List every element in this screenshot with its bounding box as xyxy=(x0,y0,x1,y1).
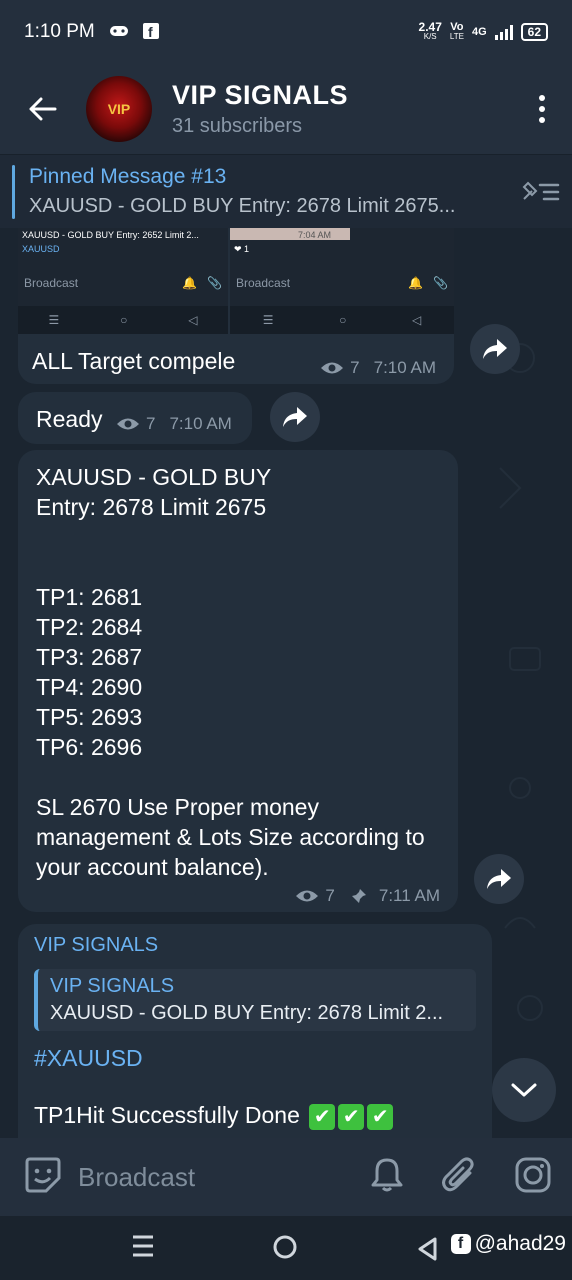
reply-quote[interactable]: VIP SIGNALS XAUUSD - GOLD BUY Entry: 267… xyxy=(34,969,476,1031)
message-meta: 7 7:11 AM xyxy=(295,886,440,906)
chevron-down-icon xyxy=(511,1083,537,1097)
watermark-text: @ahad29 xyxy=(474,1232,566,1255)
reply-text: XAUUSD - GOLD BUY Entry: 2678 Limit 2... xyxy=(50,1002,444,1024)
channel-title[interactable]: VIP SIGNALS 31 subscribers xyxy=(172,80,348,138)
message-bubble[interactable]: Ready 7 7:10 AM xyxy=(18,392,252,444)
broadcast-bar: Broadcast xyxy=(0,1138,572,1216)
check-mark-icon: ✔ xyxy=(338,1103,365,1130)
screenshot-left[interactable]: XAUUSD - GOLD BUY Entry: 2652 Limit 2...… xyxy=(18,228,228,334)
message-text-row: TP1Hit Successfully Done ✔ ✔ ✔ xyxy=(34,1102,476,1130)
triangle-back-icon xyxy=(418,1237,437,1261)
battery-icon: 62 xyxy=(520,23,548,41)
message-sender: VIP SIGNALS xyxy=(34,934,159,956)
paperclip-icon: 📎 xyxy=(207,276,222,290)
message-bubble-media[interactable]: XAUUSD - GOLD BUY Entry: 2652 Limit 2...… xyxy=(18,228,454,384)
paperclip-icon: 📎 xyxy=(433,276,448,290)
recent-apps-button[interactable] xyxy=(130,1234,156,1263)
subscriber-count: 31 subscribers xyxy=(172,115,303,137)
screenshot-preview[interactable]: XAUUSD - GOLD BUY Entry: 2652 Limit 2...… xyxy=(18,228,454,334)
message-text: ALL Target compele xyxy=(32,348,236,374)
pinned-body: XAUUSD - GOLD BUY Entry: 2678 Limit 2675… xyxy=(29,195,456,217)
share-arrow-icon xyxy=(283,407,307,427)
message-bubble-signal[interactable]: XAUUSD - GOLD BUY Entry: 2678 Limit 2675… xyxy=(18,450,458,912)
home-button[interactable] xyxy=(272,1234,298,1265)
system-nav-bar: f @ahad29 xyxy=(0,1216,572,1280)
pin-list-icon xyxy=(522,181,560,200)
pin-icon xyxy=(351,889,366,903)
svg-text:f: f xyxy=(148,24,153,39)
attach-button[interactable] xyxy=(442,1156,476,1199)
message-text: XAUUSD - GOLD BUY Entry: 2678 Limit 2675… xyxy=(36,464,425,880)
eye-icon xyxy=(296,890,319,902)
channel-name: VIP SIGNALS xyxy=(172,80,349,110)
broadcast-input[interactable]: Broadcast xyxy=(78,1162,195,1193)
pinned-message-bar[interactable]: Pinned Message #13 XAUUSD - GOLD BUY Ent… xyxy=(0,154,572,228)
preview-text: XAUUSD - GOLD BUY Entry: 2652 Limit 2... xyxy=(22,230,199,240)
pinned-list-button[interactable] xyxy=(508,179,572,205)
dot-icon xyxy=(539,95,545,101)
preview-input: Broadcast 🔔 📎 xyxy=(236,276,448,290)
eye-icon xyxy=(321,362,344,374)
message-list[interactable]: XAUUSD - GOLD BUY Entry: 2652 Limit 2...… xyxy=(0,228,572,1138)
reply-sender: VIP SIGNALS xyxy=(50,975,175,997)
message-meta: 7 7:10 AM xyxy=(320,358,436,378)
preview-input: Broadcast 🔔 📎 xyxy=(24,276,222,290)
instagram-button[interactable] xyxy=(514,1156,552,1199)
pinned-indicator xyxy=(12,164,15,219)
network-type: 4G xyxy=(471,26,487,38)
message-meta: 7 7:10 AM xyxy=(116,414,232,434)
message-bubble-reply[interactable]: VIP SIGNALS VIP SIGNALS XAUUSD - GOLD BU… xyxy=(18,924,492,1138)
avatar-label: VIP xyxy=(107,101,131,117)
preview-nav: ☰ ○ ◁ xyxy=(230,306,454,334)
forward-button[interactable] xyxy=(270,392,320,442)
hashtag-link[interactable]: #XAUUSD xyxy=(34,1045,476,1072)
watermark: f @ahad29 xyxy=(450,1232,566,1256)
eye-icon xyxy=(117,418,139,430)
facebook-notification-icon: f xyxy=(142,22,159,42)
instagram-icon xyxy=(515,1157,551,1192)
arrow-left-icon xyxy=(29,97,57,121)
status-bar: 1:10 PM f 2.47 K/S Vo LTE 4G 62 xyxy=(0,0,572,64)
gamepad-icon xyxy=(109,24,129,41)
facebook-icon: f xyxy=(450,1234,471,1254)
preview-time: 7:04 AM xyxy=(298,230,332,240)
pinned-title: Pinned Message #13 xyxy=(29,165,227,188)
emoji-button[interactable] xyxy=(24,1156,62,1199)
share-arrow-icon xyxy=(487,869,511,889)
paperclip-icon xyxy=(442,1157,474,1191)
status-time: 1:10 PM xyxy=(24,21,95,42)
menu-icon xyxy=(133,1235,153,1257)
check-mark-icon: ✔ xyxy=(309,1103,336,1130)
sticker-icon xyxy=(25,1157,61,1192)
signal-icon xyxy=(494,24,513,40)
channel-avatar[interactable]: VIP xyxy=(86,76,152,142)
bell-icon xyxy=(371,1158,403,1191)
preview-nav: ☰ ○ ◁ xyxy=(18,306,228,334)
back-button[interactable] xyxy=(0,64,86,154)
bell-icon: 🔔 xyxy=(408,276,424,290)
message-text: Ready xyxy=(36,406,103,432)
volte-indicator: Vo LTE xyxy=(449,21,464,42)
silent-broadcast-button[interactable] xyxy=(370,1157,404,1198)
scroll-down-button[interactable] xyxy=(492,1058,556,1122)
dot-icon xyxy=(539,117,545,123)
forward-button[interactable] xyxy=(474,854,524,904)
network-speed: 2.47 K/S xyxy=(418,20,442,41)
check-mark-icon: ✔ xyxy=(367,1103,394,1130)
preview-text: XAUUSD xyxy=(22,244,60,254)
chat-header: VIP VIP SIGNALS 31 subscribers xyxy=(0,64,572,154)
more-menu-button[interactable] xyxy=(512,95,572,123)
circle-icon xyxy=(273,1235,297,1259)
bell-icon: 🔔 xyxy=(182,276,198,290)
back-nav-button[interactable] xyxy=(416,1236,438,1267)
dot-icon xyxy=(539,106,545,112)
screenshot-right[interactable]: ❤ 1 7:04 AM Broadcast 🔔 📎 ☰ ○ ◁ xyxy=(230,228,454,334)
message-text: TP1Hit Successfully Done xyxy=(34,1102,300,1128)
forward-button[interactable] xyxy=(470,324,520,374)
share-arrow-icon xyxy=(483,339,507,359)
preview-reaction: ❤ 1 xyxy=(234,244,250,254)
